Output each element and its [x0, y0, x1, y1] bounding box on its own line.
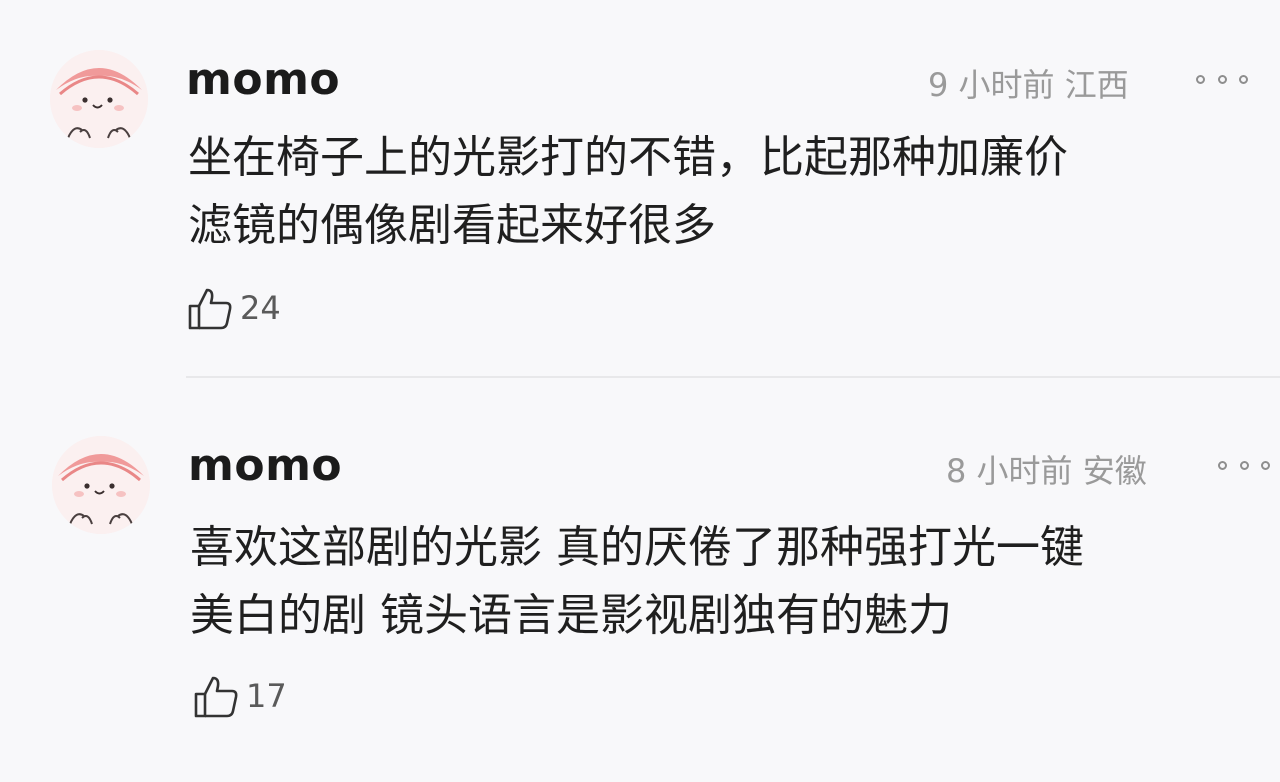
comment-item: momo 8 小时前 安徽 喜欢这部剧的光影 真的厌倦了那种强打光一键 美白的剧…: [0, 390, 1280, 782]
like-button[interactable]: 17: [192, 672, 287, 720]
avatar[interactable]: [52, 436, 150, 534]
more-dots-icon[interactable]: [1196, 72, 1248, 86]
comment-text: 坐在椅子上的光影打的不错，比起那种加廉价 滤镜的偶像剧看起来好很多: [188, 124, 1228, 260]
username[interactable]: momo: [188, 440, 342, 491]
comment-text-line: 美白的剧 镜头语言是影视剧独有的魅力: [190, 590, 952, 641]
avatar-character-icon: [52, 436, 150, 534]
username[interactable]: momo: [186, 54, 340, 105]
like-count: 17: [246, 677, 287, 715]
comment-meta: 9 小时前 江西: [928, 66, 1129, 104]
like-button[interactable]: 24: [186, 284, 281, 332]
comment-item: momo 9 小时前 江西 坐在椅子上的光影打的不错，比起那种加廉价 滤镜的偶像…: [0, 0, 1280, 380]
comment-text-line: 喜欢这部剧的光影 真的厌倦了那种强打光一键: [190, 522, 1084, 573]
avatar[interactable]: [50, 50, 148, 148]
comment-text: 喜欢这部剧的光影 真的厌倦了那种强打光一键 美白的剧 镜头语言是影视剧独有的魅力: [190, 514, 1260, 650]
avatar-character-icon: [50, 50, 148, 148]
thumbs-up-icon: [188, 288, 232, 330]
like-count: 24: [240, 289, 281, 327]
comment-text-line: 滤镜的偶像剧看起来好很多: [188, 200, 716, 251]
comment-meta: 8 小时前 安徽: [946, 452, 1147, 490]
divider: [186, 376, 1280, 378]
more-dots-icon[interactable]: [1218, 458, 1270, 472]
comment-text-line: 坐在椅子上的光影打的不错，比起那种加廉价: [188, 132, 1068, 183]
thumbs-up-icon: [194, 676, 238, 718]
